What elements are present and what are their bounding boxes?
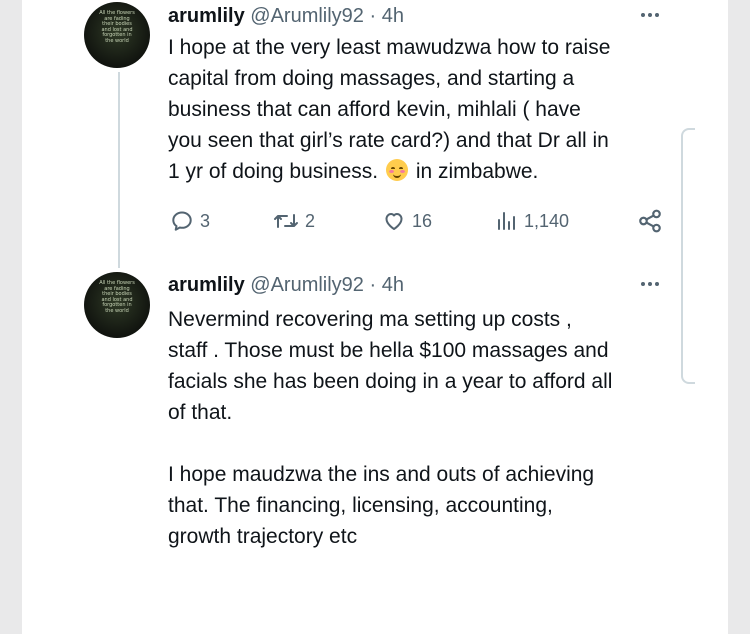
smiling-face-with-blush-emoji-icon — [385, 159, 408, 181]
display-name[interactable]: arumlily — [168, 274, 245, 296]
tweet-header: arumlily @Arumlily92 · 4h — [168, 273, 404, 297]
reply-icon — [172, 211, 192, 231]
tweet-text: I hope at the very least mawudzwa how to… — [168, 32, 678, 187]
more-options-icon[interactable] — [639, 279, 661, 289]
text-line: I hope at the very least mawudzwa how to… — [168, 36, 611, 59]
tweet-actions: 3 2 16 1,140 — [0, 206, 728, 236]
text-line: growth trajectory etc — [168, 525, 358, 548]
text-line: I hope maudzwa the ins and outs of achie… — [168, 463, 595, 486]
separator-dot: · — [369, 274, 377, 296]
paragraph-break — [168, 428, 678, 459]
retweet-button[interactable]: 2 — [272, 206, 315, 236]
retweet-icon — [274, 214, 298, 228]
text-line: capital from doing massages, and startin… — [168, 67, 575, 90]
scroll-edge-indicator — [681, 128, 695, 384]
text-line: staff . Those must be hella $100 massage… — [168, 339, 609, 362]
text-segment: in zimbabwe. — [415, 160, 539, 183]
thread-connector-line — [118, 72, 120, 268]
more-options-icon[interactable] — [639, 10, 661, 20]
view-count: 1,140 — [524, 210, 570, 231]
views-button[interactable]: 1,140 — [495, 206, 569, 236]
reply-count: 3 — [200, 210, 211, 231]
timestamp[interactable]: 4h — [382, 274, 404, 296]
avatar[interactable]: All the flowers are fading their bodies … — [84, 2, 150, 68]
tweet-header: arumlily @Arumlily92 · 4h — [168, 4, 404, 28]
user-handle[interactable]: @Arumlily92 — [250, 5, 364, 27]
heart-icon — [385, 213, 403, 230]
user-handle[interactable]: @Arumlily92 — [250, 274, 364, 296]
right-frame-border — [728, 0, 750, 634]
avatar-caption: All the flowers are fading their bodies … — [99, 280, 135, 314]
share-button[interactable] — [637, 206, 663, 236]
left-frame-border — [0, 0, 22, 634]
reply-button[interactable]: 3 — [169, 206, 210, 236]
separator-dot: · — [369, 5, 377, 27]
display-name[interactable]: arumlily — [168, 5, 245, 27]
text-line: that. The financing, licensing, accounti… — [168, 494, 553, 517]
like-button[interactable]: 16 — [381, 206, 432, 236]
text-line: facials she has been doing in a year to … — [168, 370, 613, 393]
text-line: you seen that girl’s rate card?) and tha… — [168, 129, 609, 152]
retweet-count: 2 — [305, 210, 316, 231]
text-line: business that can afford kevin, mihlali … — [168, 98, 581, 121]
share-icon — [639, 209, 661, 233]
analytics-icon — [498, 212, 515, 230]
text-line: 1 yr of doing business. in zimbabwe. — [168, 156, 678, 187]
like-count: 16 — [412, 210, 433, 231]
tweet-text: Nevermind recovering ma setting up costs… — [168, 304, 678, 552]
text-segment: 1 yr of doing business. — [168, 160, 379, 183]
avatar[interactable]: All the flowers are fading their bodies … — [84, 272, 150, 338]
timestamp[interactable]: 4h — [382, 5, 404, 27]
avatar-caption: All the flowers are fading their bodies … — [99, 10, 135, 44]
text-line: of that. — [168, 401, 233, 424]
text-line: Nevermind recovering ma setting up costs… — [168, 308, 572, 331]
